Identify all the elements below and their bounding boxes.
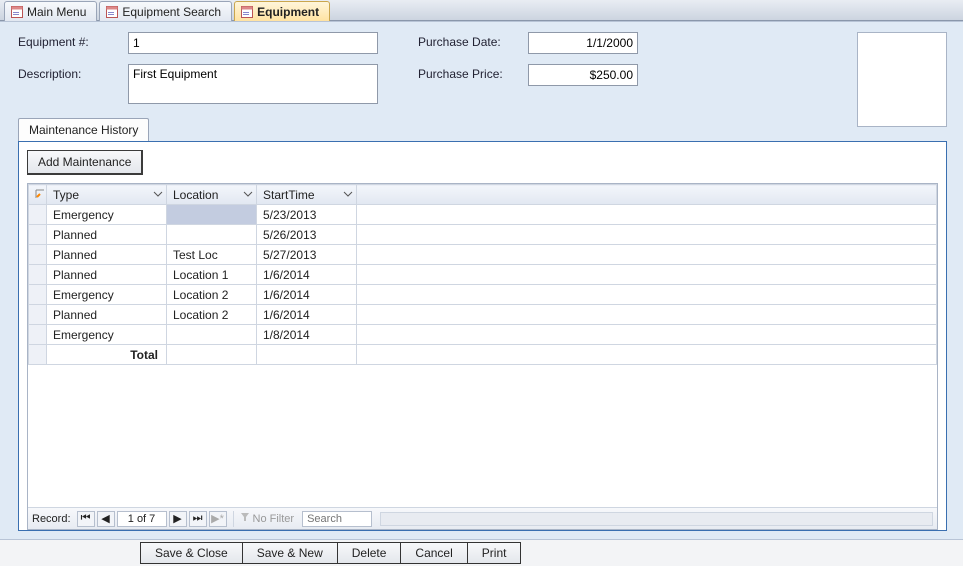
row-selector[interactable] xyxy=(29,245,47,265)
table-row[interactable]: EmergencyLocation 21/6/2014 xyxy=(29,285,937,305)
cell-location[interactable]: Location 2 xyxy=(167,285,257,305)
col-header-location[interactable]: Location xyxy=(167,185,257,205)
cell-location[interactable] xyxy=(167,225,257,245)
cell-type[interactable]: Emergency xyxy=(47,325,167,345)
save-close-button[interactable]: Save & Close xyxy=(140,542,243,564)
first-record-button[interactable]: ⏮ xyxy=(77,511,95,527)
print-button[interactable]: Print xyxy=(468,542,522,564)
row-selector[interactable] xyxy=(29,305,47,325)
cell-starttime[interactable]: 1/6/2014 xyxy=(257,305,357,325)
row-selector-header[interactable] xyxy=(29,185,47,205)
tab-main-menu[interactable]: Main Menu xyxy=(4,1,97,21)
cell-blank xyxy=(357,205,937,225)
cell-location[interactable]: Test Loc xyxy=(167,245,257,265)
tab-label: Equipment xyxy=(257,5,319,19)
cell-type[interactable]: Planned xyxy=(47,265,167,285)
form-icon xyxy=(241,6,253,18)
record-position[interactable]: 1 of 7 xyxy=(117,511,167,527)
description-input[interactable] xyxy=(128,64,378,104)
cell-blank xyxy=(357,285,937,305)
form-body: Equipment #: Purchase Date: Picture: Des… xyxy=(0,21,963,539)
recnav-label: Record: xyxy=(32,513,71,525)
cell-blank xyxy=(357,305,937,325)
horizontal-scrollbar[interactable] xyxy=(380,512,933,526)
row-selector[interactable] xyxy=(29,285,47,305)
cell-starttime[interactable]: 5/23/2013 xyxy=(257,205,357,225)
table-row[interactable]: PlannedLocation 21/6/2014 xyxy=(29,305,937,325)
new-record-button[interactable]: ▶* xyxy=(209,511,227,527)
total-row: Total xyxy=(29,345,937,365)
purchase-price-input[interactable] xyxy=(528,64,638,86)
cell-blank xyxy=(357,245,937,265)
table-row[interactable]: PlannedTest Loc5/27/2013 xyxy=(29,245,937,265)
cell-starttime[interactable]: 1/6/2014 xyxy=(257,265,357,285)
tab-label: Main Menu xyxy=(27,5,86,19)
cell-starttime[interactable]: 1/6/2014 xyxy=(257,285,357,305)
form-icon xyxy=(106,6,118,18)
tab-maintenance-history[interactable]: Maintenance History xyxy=(18,118,149,141)
cell-location[interactable]: Location 2 xyxy=(167,305,257,325)
equipment-no-input[interactable] xyxy=(128,32,378,54)
table-row[interactable]: Planned 5/26/2013 xyxy=(29,225,937,245)
chevron-down-icon[interactable] xyxy=(242,188,254,200)
cell-location[interactable]: Location 1 xyxy=(167,265,257,285)
table-row[interactable]: PlannedLocation 11/6/2014 xyxy=(29,265,937,285)
purchase-date-input[interactable] xyxy=(528,32,638,54)
delete-button[interactable]: Delete xyxy=(338,542,402,564)
equipment-no-label: Equipment #: xyxy=(18,32,128,49)
purchase-price-label: Purchase Price: xyxy=(418,64,528,81)
picture-box[interactable] xyxy=(857,32,947,127)
add-maintenance-button[interactable]: Add Maintenance xyxy=(27,150,143,175)
purchase-date-label: Purchase Date: xyxy=(418,32,528,49)
tab-label: Equipment Search xyxy=(122,5,221,19)
row-selector[interactable] xyxy=(29,325,47,345)
cell-type[interactable]: Planned xyxy=(47,245,167,265)
cell-starttime[interactable]: 1/8/2014 xyxy=(257,325,357,345)
cell-type[interactable]: Emergency xyxy=(47,285,167,305)
cell-type[interactable]: Planned xyxy=(47,305,167,325)
record-navigator: Record: ⏮ ◀ 1 of 7 ▶ ⏭ ▶* No Filter xyxy=(28,507,937,529)
row-selector[interactable] xyxy=(29,265,47,285)
maintenance-datasheet[interactable]: Type Location StartTime xyxy=(28,184,937,365)
search-input[interactable] xyxy=(302,511,372,527)
col-header-starttime[interactable]: StartTime xyxy=(257,185,357,205)
cell-location[interactable] xyxy=(167,205,257,225)
filter-icon xyxy=(240,512,250,525)
description-label: Description: xyxy=(18,64,128,81)
form-button-bar: Save & Close Save & New Delete Cancel Pr… xyxy=(0,539,963,566)
table-row[interactable]: Emergency 5/23/2013 xyxy=(29,205,937,225)
no-filter-indicator[interactable]: No Filter xyxy=(233,511,301,527)
chevron-down-icon[interactable] xyxy=(342,188,354,200)
cancel-button[interactable]: Cancel xyxy=(401,542,467,564)
cell-starttime[interactable]: 5/26/2013 xyxy=(257,225,357,245)
chevron-down-icon[interactable] xyxy=(152,188,164,200)
row-selector[interactable] xyxy=(29,205,47,225)
tab-equipment-search[interactable]: Equipment Search xyxy=(99,1,232,21)
cell-type[interactable]: Emergency xyxy=(47,205,167,225)
cell-type[interactable]: Planned xyxy=(47,225,167,245)
form-icon xyxy=(11,6,23,18)
cell-location[interactable] xyxy=(167,325,257,345)
col-header-blank xyxy=(357,185,937,205)
tab-equipment[interactable]: Equipment xyxy=(234,1,330,21)
cell-blank xyxy=(357,265,937,285)
col-header-type[interactable]: Type xyxy=(47,185,167,205)
cell-starttime[interactable]: 5/27/2013 xyxy=(257,245,357,265)
window-tabstrip: Main Menu Equipment Search Equipment xyxy=(0,0,963,21)
cell-blank xyxy=(357,325,937,345)
row-selector[interactable] xyxy=(29,225,47,245)
table-row[interactable]: Emergency 1/8/2014 xyxy=(29,325,937,345)
grid-empty-area xyxy=(28,365,937,507)
save-new-button[interactable]: Save & New xyxy=(243,542,338,564)
maintenance-subform: Add Maintenance xyxy=(18,141,947,531)
last-record-button[interactable]: ⏭ xyxy=(189,511,207,527)
cell-blank xyxy=(357,225,937,245)
next-record-button[interactable]: ▶ xyxy=(169,511,187,527)
prev-record-button[interactable]: ◀ xyxy=(97,511,115,527)
